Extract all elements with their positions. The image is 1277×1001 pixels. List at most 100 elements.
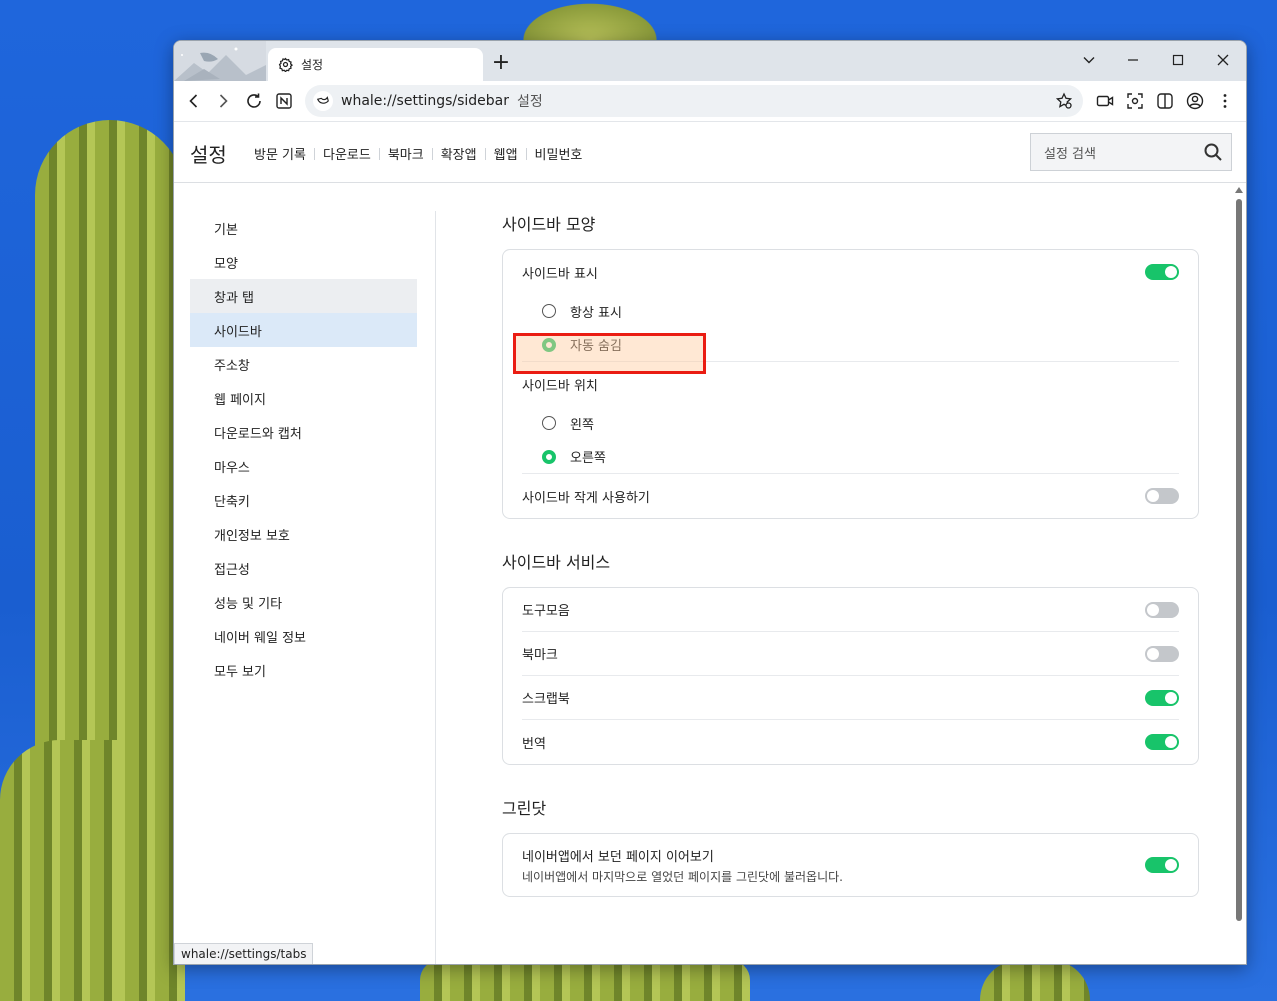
settings-header: 설정 방문 기록 다운로드 북마크 확장앱 웹앱 비밀번호 설정 검색 [174, 121, 1246, 183]
tab-settings[interactable]: 설정 [268, 48, 483, 81]
nav-passwords-link[interactable]: 비밀번호 [535, 144, 583, 163]
tab-search-button[interactable] [1067, 46, 1111, 74]
naver-button[interactable] [272, 89, 296, 113]
sidebar-item-label: 모양 [214, 256, 238, 272]
cactus-bottom-image [420, 960, 750, 1001]
toggle-knob [1147, 603, 1159, 616]
nav-bookmarks-link[interactable]: 북마크 [388, 144, 424, 163]
greendot-label: 네이버앱에서 보던 페이지 이어보기 [522, 849, 714, 865]
services-card: 도구모음 북마크 스크랩북 번역 [502, 587, 1199, 765]
service-toggle[interactable] [1145, 689, 1179, 706]
sidebar-item-label: 단축키 [214, 494, 250, 510]
toggle-knob [1165, 691, 1177, 704]
sidebar-item-accessibility[interactable]: 접근성 [190, 551, 417, 585]
radio-label: 항상 표시 [570, 305, 622, 321]
radio-label: 왼쪽 [570, 417, 594, 433]
video-call-button[interactable] [1095, 91, 1115, 111]
sidebar-compact-label: 사이드바 작게 사용하기 [522, 490, 650, 506]
maximize-button[interactable] [1156, 46, 1200, 74]
greendot-continue-row: 네이버앱에서 보던 페이지 이어보기 네이버앱에서 마지막으로 열었던 페이지를… [522, 834, 1179, 896]
sidebar-show-toggle[interactable] [1145, 264, 1179, 280]
close-icon [1217, 54, 1229, 66]
search-icon[interactable] [1203, 142, 1223, 162]
radio-position-right[interactable]: 오른쪽 [522, 440, 1179, 474]
whale-site-badge[interactable] [313, 91, 333, 111]
reload-icon [247, 93, 261, 108]
capture-icon [1127, 93, 1143, 109]
tab-title: 설정 [301, 58, 324, 72]
back-button[interactable] [182, 89, 206, 113]
sidebar-compact-row: 사이드바 작게 사용하기 [522, 474, 1179, 518]
sidebar-item-downloads-capture[interactable]: 다운로드와 캡처 [190, 415, 417, 449]
sidebar-item-windows-tabs[interactable]: 창과 탭 [190, 279, 417, 313]
profile-button[interactable] [1185, 91, 1205, 111]
sidebar-item-basic[interactable]: 기본 [190, 211, 417, 245]
nav-webapps-link[interactable]: 웹앱 [494, 144, 518, 163]
section-title-appearance: 사이드바 모양 [502, 215, 596, 234]
split-view-button[interactable] [1155, 91, 1175, 111]
close-button[interactable] [1201, 46, 1245, 74]
sidebar-item-label: 접근성 [214, 562, 250, 578]
sidebar-show-label: 사이드바 표시 [522, 266, 598, 282]
capture-button[interactable] [1125, 91, 1145, 111]
sidebar-item-view-all[interactable]: 모두 보기 [190, 653, 417, 687]
radio-button[interactable] [542, 416, 556, 430]
sidebar-item-label: 웹 페이지 [214, 392, 266, 408]
service-toggle[interactable] [1145, 645, 1179, 662]
maximize-icon [1172, 54, 1184, 66]
service-toggle[interactable] [1145, 601, 1179, 618]
scroll-up-arrow[interactable] [1235, 187, 1243, 193]
reload-button[interactable] [242, 89, 266, 113]
sidebar-item-label: 창과 탭 [214, 290, 255, 306]
menu-button[interactable] [1215, 91, 1235, 111]
settings-title: 설정 [190, 143, 227, 167]
nav-separator [525, 147, 527, 160]
sidebar-item-performance[interactable]: 성능 및 기타 [190, 585, 417, 619]
sidebar-item-appearance[interactable]: 모양 [190, 245, 417, 279]
sidebar-item-label: 개인정보 보호 [214, 528, 290, 544]
url-page-name: 설정 [517, 94, 543, 110]
url-text: whale://settings/sidebar [341, 93, 510, 109]
nav-separator [484, 147, 486, 160]
nav-separator [313, 147, 315, 160]
section-title-services: 사이드바 서비스 [502, 553, 611, 572]
greendot-card: 네이버앱에서 보던 페이지 이어보기 네이버앱에서 마지막으로 열었던 페이지를… [502, 833, 1199, 897]
forward-button[interactable] [211, 89, 235, 113]
nav-extensions-link[interactable]: 확장앱 [441, 144, 477, 163]
radio-always-show[interactable]: 항상 표시 [522, 294, 1179, 328]
settings-search-input[interactable]: 설정 검색 [1030, 133, 1232, 171]
scrollbar[interactable] [1235, 187, 1243, 963]
address-bar[interactable]: whale://settings/sidebar 설정 [305, 85, 1083, 117]
gear-icon [278, 57, 293, 72]
toggle-knob [1147, 490, 1159, 502]
sidebar-compact-toggle[interactable] [1145, 488, 1179, 504]
bookmark-star-icon[interactable] [1055, 92, 1073, 110]
sidebar-item-label: 성능 및 기타 [214, 596, 283, 612]
forward-arrow-icon [219, 94, 228, 108]
naver-n-icon [276, 93, 292, 109]
service-label: 북마크 [522, 648, 558, 663]
nav-history-link[interactable]: 방문 기록 [254, 144, 306, 163]
settings-sidebar: 기본 모양 창과 탭 사이드바 주소창 웹 페이지 다운로드와 캡처 마우스 단… [190, 211, 417, 687]
scroll-thumb[interactable] [1236, 199, 1242, 921]
minimize-button[interactable] [1111, 46, 1155, 74]
highlight-box [513, 333, 706, 374]
greendot-toggle[interactable] [1145, 857, 1179, 873]
nav-downloads-link[interactable]: 다운로드 [323, 144, 371, 163]
sidebar-item-label: 마우스 [214, 460, 250, 476]
radio-position-left[interactable]: 왼쪽 [522, 406, 1179, 440]
split-view-icon [1157, 93, 1173, 109]
radio-button-selected[interactable] [542, 449, 556, 464]
sidebar-item-about[interactable]: 네이버 웨일 정보 [190, 619, 417, 653]
sidebar-item-mouse[interactable]: 마우스 [190, 449, 417, 483]
new-tab-button[interactable]: + [490, 52, 512, 75]
sidebar-item-web-page[interactable]: 웹 페이지 [190, 381, 417, 415]
toggle-knob [1165, 859, 1177, 871]
sidebar-item-sidebar[interactable]: 사이드바 [190, 313, 417, 347]
back-arrow-icon [189, 94, 198, 108]
service-toggle[interactable] [1145, 734, 1179, 750]
radio-button[interactable] [542, 304, 556, 318]
sidebar-item-address-bar[interactable]: 주소창 [190, 347, 417, 381]
sidebar-item-shortcuts[interactable]: 단축키 [190, 483, 417, 517]
sidebar-item-privacy[interactable]: 개인정보 보호 [190, 517, 417, 551]
